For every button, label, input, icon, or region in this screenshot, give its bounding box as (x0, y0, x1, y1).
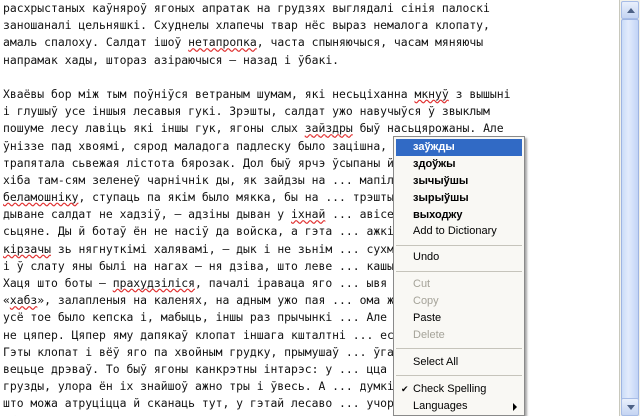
menu-separator (396, 348, 522, 349)
menu-separator (396, 271, 522, 272)
menu-separator (396, 375, 522, 376)
text-line: трапятала сьвежая лістота бярозак. Дол б… (3, 155, 436, 170)
text-line: Гэты клопат і вёў яго па хвойным грудку,… (3, 344, 429, 359)
suggestion-item[interactable]: здоўжы (396, 156, 522, 173)
text-editor[interactable]: расхрыстаных каўняроў ягоных апратак на … (0, 0, 620, 416)
add-to-dictionary-item[interactable]: Add to Dictionary (396, 223, 522, 240)
text-line: усё тое было кепска і, мабыць, іншы раз … (3, 310, 388, 325)
misspelled-word[interactable]: прахудзіліся (113, 276, 195, 290)
text-line: кірзачы зь нягнуткімі халявамі, – дык і … (3, 241, 422, 256)
text-line: «хабз», залапленыя на каленях, на адным … (3, 293, 401, 308)
text-line: грузды, улора ён іх знайшоў ажно тры і ў… (3, 379, 401, 394)
text-line: хіба там-сям зеленеў чарнічнік ды, як за… (3, 172, 408, 187)
editor-text[interactable]: расхрыстаных каўняроў ягоных апратак на … (0, 0, 619, 416)
misspelled-word[interactable]: іхнай (291, 207, 325, 221)
misspelled-word[interactable]: беламошніку (3, 190, 78, 204)
text-line: дыване салдат не хадзіў, – адзіны дыван … (3, 207, 422, 222)
vertical-scrollbar[interactable] (620, 0, 640, 416)
text-line: беламошніку, ступаць па якім было мякка,… (3, 190, 422, 205)
text-line: амаль спалоху. Салдат ішоў нетапропка, ч… (3, 35, 484, 50)
submenu-arrow-icon (513, 403, 517, 411)
text-line (3, 69, 619, 86)
misspelled-word[interactable]: кірзачы (3, 242, 51, 256)
misspelled-word[interactable]: нетапропка (188, 35, 257, 49)
spelling-context-menu: заўжды здоўжы зычыўшы зырыўшы выходжу Ad… (393, 136, 525, 416)
suggestion-item[interactable]: заўжды (396, 139, 522, 156)
cut-item: Cut (413, 278, 431, 290)
delete-item: Delete (413, 329, 445, 341)
suggestion-item[interactable]: зычыўшы (396, 173, 522, 190)
text-line: расхрыстаных каўняроў ягоных апратак на … (3, 1, 490, 15)
scroll-up-arrow-icon[interactable] (621, 1, 639, 19)
text-line: і ў слату яны былі на нагах – ня дзіва, … (3, 258, 408, 273)
misspelled-word[interactable]: хабз (10, 293, 37, 307)
languages-label: Languages (413, 400, 468, 412)
scroll-down-arrow-icon[interactable] (621, 398, 639, 416)
text-line: Хаця што боты – прахудзіліся, пачалі іра… (3, 276, 388, 290)
check-spelling-item[interactable]: ✔ Check Spelling (396, 381, 522, 398)
text-line: пошуме лесу лавіць які іншы гук, ягоны с… (3, 121, 504, 136)
text-line: што можа атруціцца й сканаць тут, у гэта… (3, 396, 401, 411)
checkmark-icon: ✔ (401, 384, 409, 394)
paste-item[interactable]: Paste (396, 310, 522, 327)
menu-separator (396, 245, 522, 246)
text-line: і глушыў усе іншыя лесавыя гукі. Зрэшты,… (3, 104, 490, 119)
text-line: заношаналі цельняшкі. Схуднелы хлапечы т… (3, 18, 490, 33)
text-line: не цяпер. Цяпер яму дапякаў клопат іншаг… (3, 327, 422, 342)
suggestion-item[interactable]: выходжу (396, 207, 522, 224)
undo-item[interactable]: Undo (396, 249, 522, 266)
suggestion-item[interactable]: зырыўшы (396, 190, 522, 207)
misspelled-word[interactable]: мкнуў (414, 87, 448, 101)
copy-item: Copy (413, 295, 439, 307)
text-line: абшылося – трохі пакруціла ў жываце й ац… (3, 413, 619, 416)
misspelled-word[interactable]: зайздры (305, 121, 353, 135)
scrollbar-thumb[interactable] (621, 19, 639, 403)
text-line: сьцяне. Ды й ботаў ён не насіў да войска… (3, 224, 401, 239)
check-spelling-label: Check Spelling (413, 383, 487, 395)
text-line: вецьце дрэваў. То быў ягоны канкрэтны ін… (3, 361, 388, 376)
text-line: Хваёвы бор між тым поўніўся ветраным шум… (3, 86, 511, 101)
text-line: напрамак хады, штораз азіраючыся – назад… (3, 52, 340, 67)
languages-item[interactable]: Languages (396, 398, 522, 415)
text-line: ўніззе пад хвоямі, сярод маладога падлес… (3, 138, 470, 153)
select-all-item[interactable]: Select All (396, 354, 522, 371)
